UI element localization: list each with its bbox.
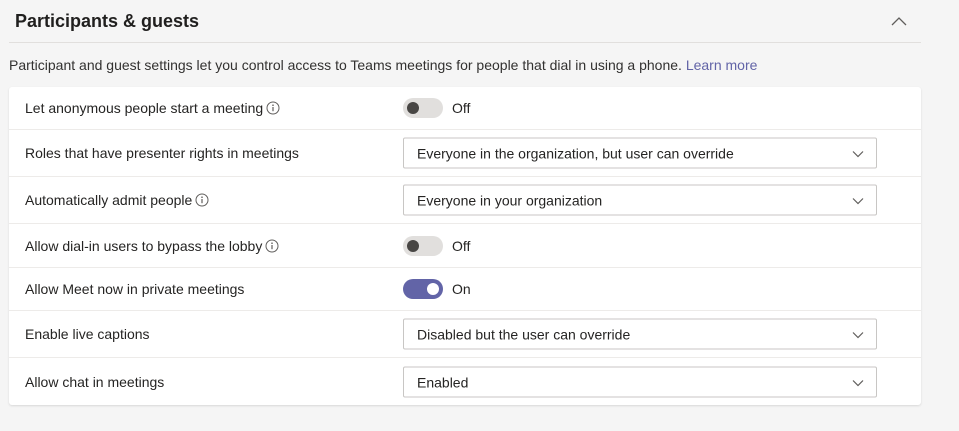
setting-row-dialin-bypass: Allow dial-in users to bypass the lobby … bbox=[9, 224, 921, 268]
info-icon[interactable] bbox=[265, 239, 279, 253]
info-icon[interactable] bbox=[266, 101, 280, 115]
setting-row-live-captions: Enable live captions Disabled but the us… bbox=[9, 311, 921, 358]
setting-row-auto-admit: Automatically admit people Everyone in y… bbox=[9, 177, 921, 224]
dropdown-value: Disabled but the user can override bbox=[417, 326, 631, 343]
toggle-switch[interactable] bbox=[403, 279, 443, 299]
section-description: Participant and guest settings let you c… bbox=[9, 57, 757, 73]
live-captions-dropdown[interactable]: Disabled but the user can override bbox=[403, 318, 877, 350]
meet-now-toggle[interactable]: On bbox=[403, 279, 471, 299]
setting-row-chat: Allow chat in meetings Enabled bbox=[9, 358, 921, 405]
setting-label: Allow dial-in users to bypass the lobby bbox=[25, 237, 263, 254]
toggle-state-text: Off bbox=[452, 237, 471, 254]
dialin-bypass-toggle[interactable]: Off bbox=[403, 235, 471, 256]
chat-dropdown[interactable]: Enabled bbox=[403, 366, 877, 397]
learn-more-link[interactable]: Learn more bbox=[686, 57, 758, 73]
toggle-state-text: On bbox=[452, 281, 471, 297]
setting-label: Allow Meet now in private meetings bbox=[25, 281, 245, 297]
setting-row-presenter-rights: Roles that have presenter rights in meet… bbox=[9, 130, 921, 177]
anonymous-start-toggle[interactable]: Off bbox=[403, 98, 470, 118]
chevron-up-icon bbox=[891, 17, 907, 26]
setting-row-meet-now: Allow Meet now in private meetings On bbox=[9, 268, 921, 311]
setting-label: Enable live captions bbox=[25, 326, 150, 342]
chevron-down-icon bbox=[852, 379, 864, 386]
toggle-switch[interactable] bbox=[403, 235, 443, 256]
presenter-rights-dropdown[interactable]: Everyone in the organization, but user c… bbox=[403, 137, 877, 169]
toggle-switch[interactable] bbox=[403, 98, 443, 118]
toggle-knob bbox=[427, 283, 439, 295]
section-title: Participants & guests bbox=[15, 11, 200, 31]
info-icon[interactable] bbox=[195, 193, 209, 207]
toggle-knob bbox=[407, 102, 419, 114]
section-header: Participants & guests bbox=[9, 0, 921, 43]
dropdown-value: Everyone in your organization bbox=[417, 192, 603, 209]
setting-label: Automatically admit people bbox=[25, 192, 193, 208]
dropdown-value: Enabled bbox=[417, 374, 469, 390]
description-text: Participant and guest settings let you c… bbox=[9, 57, 682, 73]
settings-card: Let anonymous people start a meeting Off… bbox=[9, 87, 921, 405]
auto-admit-dropdown[interactable]: Everyone in your organization bbox=[403, 184, 877, 216]
setting-label: Roles that have presenter rights in meet… bbox=[25, 145, 299, 161]
dropdown-value: Everyone in the organization, but user c… bbox=[417, 145, 734, 162]
chevron-down-icon bbox=[852, 151, 864, 158]
toggle-state-text: Off bbox=[452, 100, 471, 116]
collapse-button[interactable] bbox=[889, 12, 909, 30]
setting-label: Let anonymous people start a meeting bbox=[25, 100, 264, 116]
chevron-down-icon bbox=[852, 332, 864, 339]
setting-label: Allow chat in meetings bbox=[25, 373, 165, 390]
chevron-down-icon bbox=[852, 198, 864, 205]
toggle-knob bbox=[407, 239, 419, 252]
setting-row-anonymous-start: Let anonymous people start a meeting Off bbox=[9, 87, 921, 130]
